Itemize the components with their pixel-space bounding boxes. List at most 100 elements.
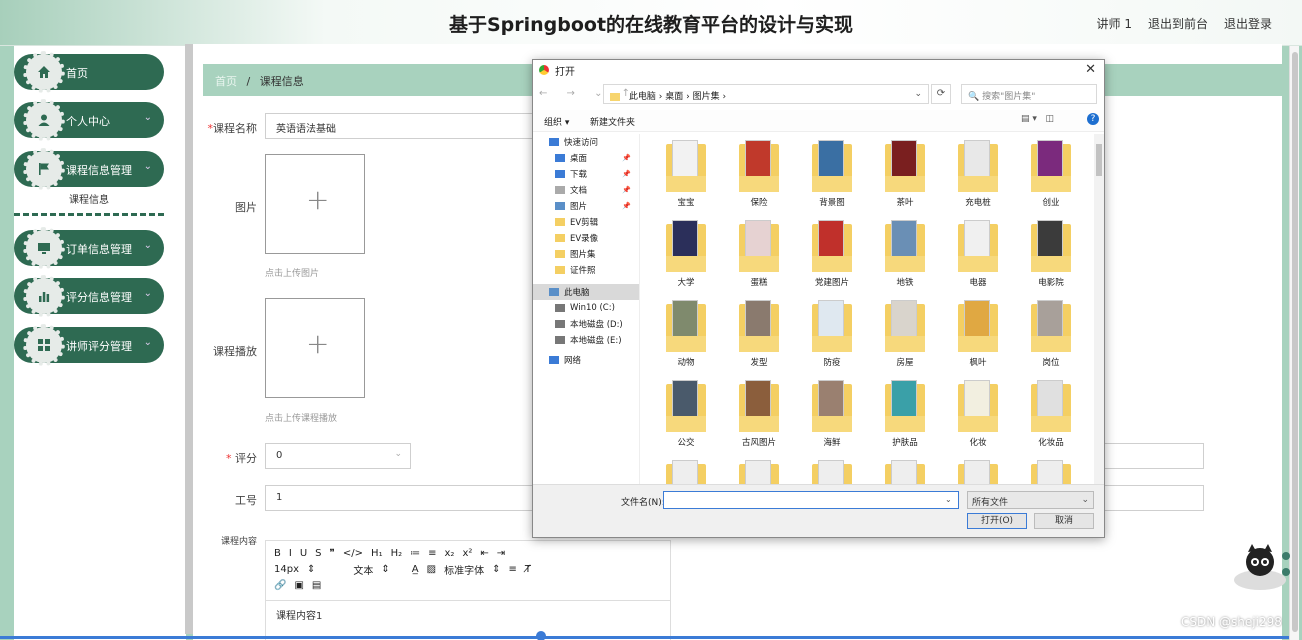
chevron-down-icon[interactable]: ⌄ <box>914 89 922 99</box>
image-icon[interactable]: ▣ <box>294 580 303 591</box>
refresh-icon[interactable]: ⟳ <box>931 84 951 104</box>
help-icon[interactable]: ? <box>1087 113 1099 125</box>
folder-item[interactable]: 电器 <box>948 216 1008 292</box>
view-options-icon[interactable]: ▤ ▾ ◫ <box>1021 114 1054 124</box>
folder-item[interactable]: 充电桩 <box>948 136 1008 212</box>
tree-item[interactable]: 文档 📌 <box>533 182 639 198</box>
tree-item[interactable]: 网络 <box>533 352 639 368</box>
folder-item[interactable]: 房屋 <box>875 296 935 372</box>
folder-item[interactable]: 枫叶 <box>948 296 1008 372</box>
sidebar-scrollbar[interactable] <box>185 44 193 634</box>
folder-item[interactable] <box>802 456 862 484</box>
folder-item[interactable]: 化妆品 <box>1021 376 1081 452</box>
editor-tool-button[interactable]: ≔ <box>410 548 420 559</box>
page-scrollbar[interactable] <box>1289 46 1299 640</box>
course-name-input[interactable]: 英语语法基础 <box>265 113 535 139</box>
folder-item[interactable]: 古风图片 <box>729 376 789 452</box>
folder-item[interactable] <box>875 456 935 484</box>
folder-item[interactable]: 发型 <box>729 296 789 372</box>
folder-item[interactable] <box>729 456 789 484</box>
sidebar-item-teacher-rating[interactable]: 讲师评分管理 ⌄ <box>14 324 164 366</box>
editor-tool-button[interactable]: S <box>315 548 321 559</box>
folder-item[interactable]: 防疫 <box>802 296 862 372</box>
folder-item[interactable]: 地铁 <box>875 216 935 292</box>
folder-item[interactable]: 护肤品 <box>875 376 935 452</box>
sidebar-item-home[interactable]: 首页 <box>14 51 164 93</box>
grid-scrollbar[interactable] <box>1094 134 1104 484</box>
folder-item[interactable]: 岗位 <box>1021 296 1081 372</box>
folder-item[interactable]: 化妆 <box>948 376 1008 452</box>
folder-item[interactable]: 保险 <box>729 136 789 212</box>
logout-link[interactable]: 退出登录 <box>1224 15 1272 32</box>
folder-item[interactable]: 蛋糕 <box>729 216 789 292</box>
tree-item[interactable]: 此电脑 <box>533 284 639 300</box>
text-style-select[interactable]: 文本 <box>353 562 373 577</box>
editor-tool-button[interactable]: I <box>289 548 292 559</box>
clear-format-icon[interactable]: T̸ <box>525 564 531 575</box>
font-color-icon[interactable]: A̲ <box>412 564 419 575</box>
sidebar-item-order-management[interactable]: 订单信息管理 ⌄ <box>14 227 164 269</box>
editor-tool-button[interactable]: U <box>300 548 307 559</box>
cancel-button[interactable]: 取消 <box>1034 513 1094 529</box>
folder-item[interactable]: 宝宝 <box>656 136 716 212</box>
folder-item[interactable]: 大学 <box>656 216 716 292</box>
editor-tool-button[interactable]: x² <box>462 548 472 559</box>
editor-content[interactable]: 课程内容1 <box>266 601 670 628</box>
folder-item[interactable]: 背景图 <box>802 136 862 212</box>
exit-front-link[interactable]: 退出到前台 <box>1148 15 1208 32</box>
tree-item[interactable]: 证件照 <box>533 262 639 278</box>
search-input[interactable]: 🔍 搜索"图片集" <box>961 84 1097 104</box>
editor-tool-button[interactable]: ≡ <box>428 548 436 559</box>
new-folder-button[interactable]: 新建文件夹 <box>590 115 635 128</box>
tree-item[interactable]: 快速访问 <box>533 134 639 150</box>
editor-tool-button[interactable]: x₂ <box>445 548 455 559</box>
tree-item[interactable]: EV剪辑 <box>533 214 639 230</box>
tree-item[interactable]: EV录像 <box>533 230 639 246</box>
folder-item[interactable]: 创业 <box>1021 136 1081 212</box>
background-color-icon[interactable]: ▨ <box>427 564 436 575</box>
font-family-select[interactable]: 标准字体 <box>444 562 484 577</box>
address-bar[interactable]: 此电脑 › 桌面 › 图片集 › ⌄ <box>603 84 929 104</box>
folder-item[interactable]: 公交 <box>656 376 716 452</box>
sidebar-item-personal-center[interactable]: 个人中心 ⌄ <box>14 99 164 141</box>
tree-item[interactable]: 桌面 📌 <box>533 150 639 166</box>
path-segment[interactable]: 此电脑 <box>629 92 656 102</box>
editor-tool-button[interactable]: ⇥ <box>497 548 505 559</box>
folder-item[interactable] <box>656 456 716 484</box>
link-icon[interactable]: 🔗 <box>274 580 286 591</box>
chevron-down-icon[interactable]: ⌄ <box>945 495 952 504</box>
submenu-course-info[interactable]: 课程信息 <box>14 188 164 216</box>
folder-item[interactable]: 海鲜 <box>802 376 862 452</box>
folder-item[interactable]: 党建图片 <box>802 216 862 292</box>
filename-input[interactable] <box>663 491 959 509</box>
tree-item[interactable]: 下载 📌 <box>533 166 639 182</box>
folder-item[interactable]: 动物 <box>656 296 716 372</box>
tree-item[interactable]: Win10 (C:) <box>533 300 639 316</box>
path-segment[interactable]: 图片集 <box>693 92 720 102</box>
tree-item[interactable]: 本地磁盘 (E:) <box>533 332 639 348</box>
breadcrumb-home[interactable]: 首页 <box>215 75 237 88</box>
editor-tool-button[interactable]: ❞ <box>330 548 335 559</box>
rich-text-editor[interactable]: B I U S ❞ </> H₁ H₂ ≔ ≡ x₂ x² ⇤ ⇥ 14px ⇕ 文本 ⇕ A̲ ▨ 标准字体 ⇕… <box>265 540 671 640</box>
editor-tool-button[interactable]: </> <box>343 548 363 559</box>
folder-item[interactable]: 电影院 <box>1021 216 1081 292</box>
image-upload[interactable]: + <box>265 154 365 254</box>
editor-tool-button[interactable]: B <box>274 548 281 559</box>
tree-item[interactable]: 本地磁盘 (D:) <box>533 316 639 332</box>
folder-item[interactable]: 茶叶 <box>875 136 935 212</box>
folder-item[interactable] <box>1021 456 1081 484</box>
editor-tool-button[interactable]: H₂ <box>391 548 403 559</box>
video-upload[interactable]: + <box>265 298 365 398</box>
editor-tool-button[interactable]: H₁ <box>371 548 383 559</box>
video-icon[interactable]: ▤ <box>312 580 321 591</box>
score-select[interactable]: 0 ⌄ <box>265 443 411 469</box>
editor-tool-button[interactable]: ⇤ <box>480 548 488 559</box>
sidebar-item-course-management[interactable]: 课程信息管理 ⌄ <box>14 148 164 190</box>
tree-item[interactable]: 图片集 <box>533 246 639 262</box>
filetype-select[interactable]: 所有文件 ⌄ <box>967 491 1094 509</box>
open-button[interactable]: 打开(O) <box>967 513 1027 529</box>
font-size-select[interactable]: 14px <box>274 564 299 575</box>
align-icon[interactable]: ≡ <box>508 564 516 575</box>
path-segment[interactable]: 桌面 <box>665 92 683 102</box>
close-icon[interactable]: ✕ <box>1085 62 1096 77</box>
